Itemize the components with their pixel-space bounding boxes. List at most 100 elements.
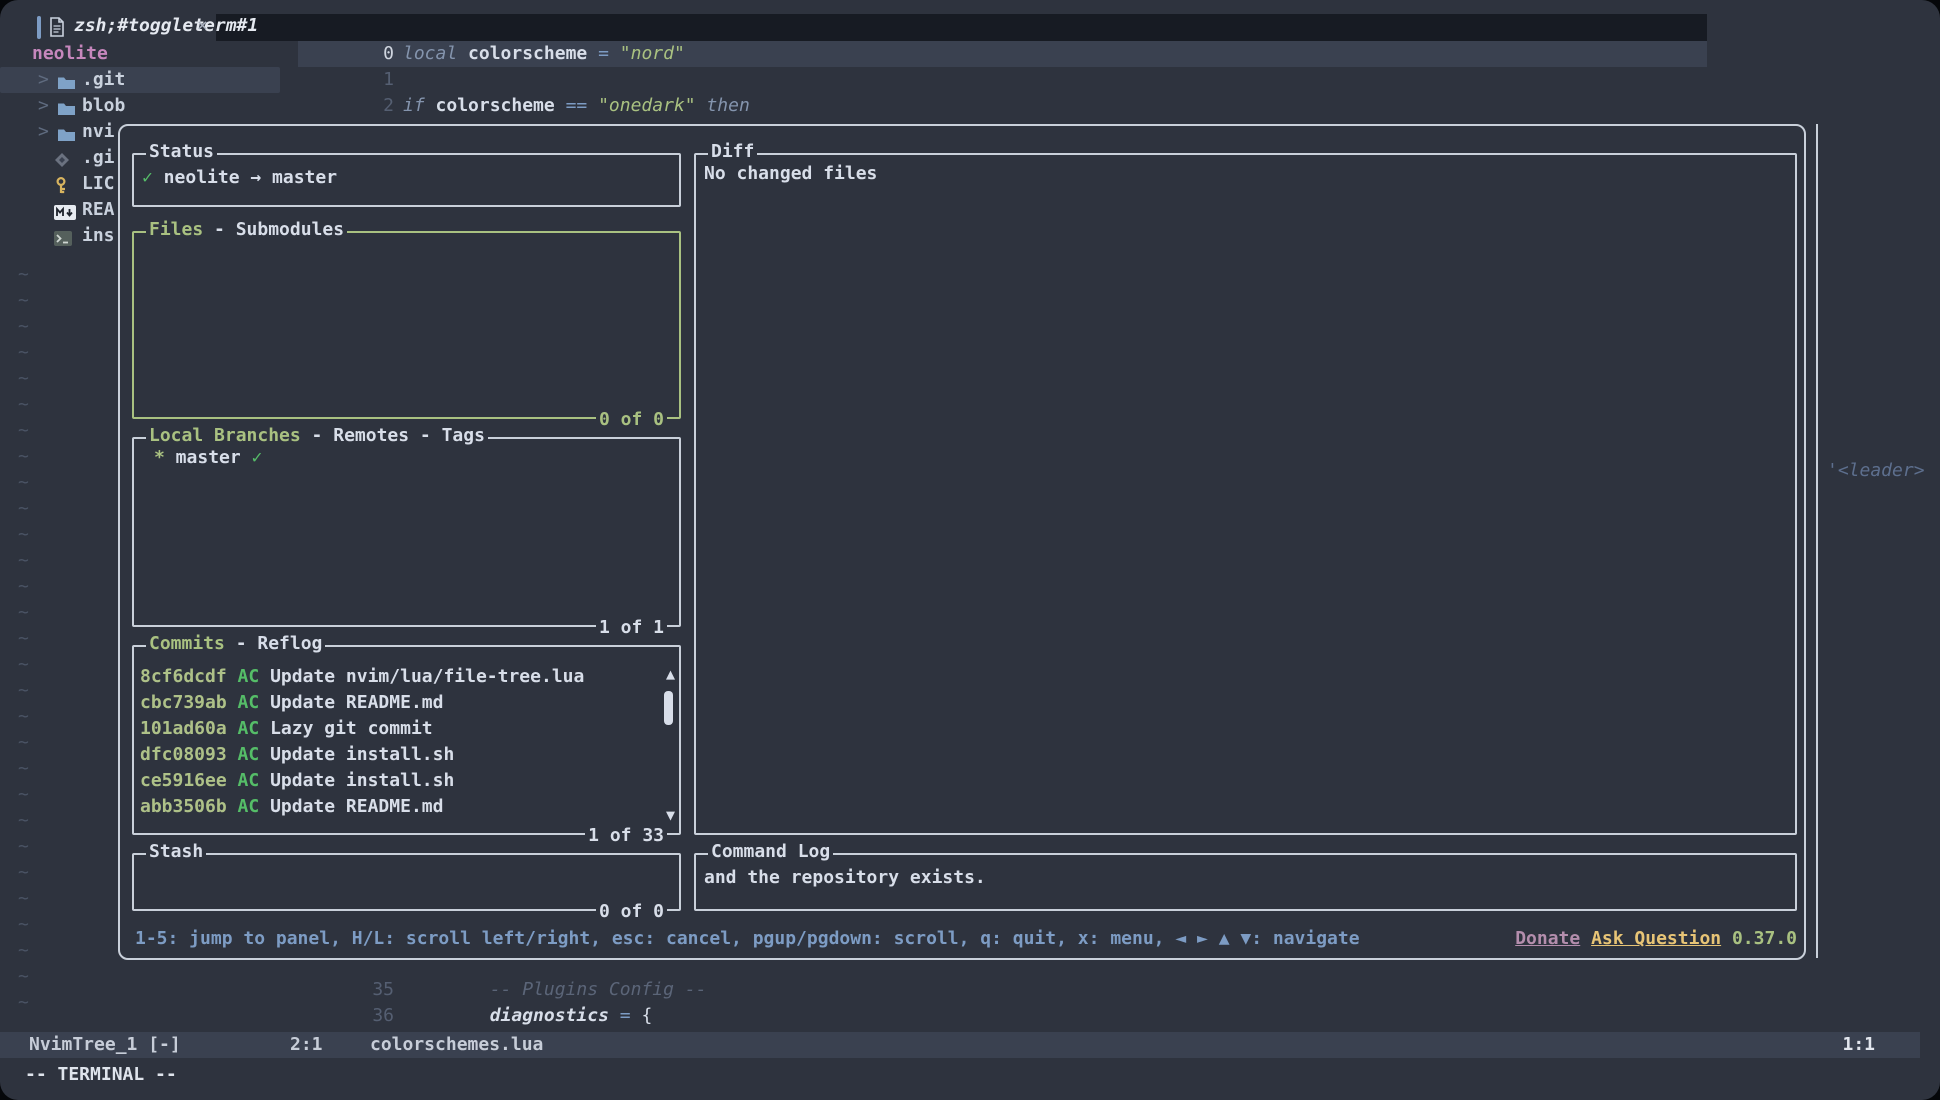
terminal-icon [54, 228, 72, 254]
lazygit-panel-diff[interactable]: Diff No changed files [694, 153, 1797, 835]
branches-count: 1 of 1 [596, 617, 667, 638]
commits-count: 1 of 33 [585, 825, 667, 846]
tilde: ~ [18, 496, 38, 522]
commit-row[interactable]: 101ad60a AC Lazy git commit [140, 716, 659, 742]
tilde: ~ [18, 808, 38, 834]
tilde: ~ [18, 730, 38, 756]
scroll-up-icon[interactable]: ▲ [666, 667, 675, 682]
tilde: ~ [18, 938, 38, 964]
filetree-root-name[interactable]: neolite [32, 41, 108, 67]
tilde: ~ [18, 314, 38, 340]
chevron-right-icon: > [38, 67, 49, 93]
commit-row[interactable]: abb3506b AC Update README.md [140, 794, 659, 820]
tilde: ~ [18, 990, 38, 1016]
tilde: ~ [18, 522, 38, 548]
statusline-cursor-pos: 2:1 [290, 1032, 323, 1058]
keybind-hints: 1-5: jump to panel, H/L: scroll left/rig… [135, 926, 1360, 952]
panel-title-branches: Local Branches - Remotes - Tags [146, 425, 488, 446]
commit-row[interactable]: ce5916ee AC Update install.sh [140, 768, 659, 794]
panel-title-stash: Stash [146, 841, 206, 862]
diff-message: No changed files [704, 163, 877, 184]
filetree-item-label: REA [82, 197, 115, 223]
statusline-filename: colorschemes.lua [370, 1032, 543, 1058]
window-separator [1816, 124, 1818, 958]
line-number: 35 [320, 977, 394, 1003]
chevron-right-icon: > [38, 93, 49, 119]
panel-title-commits: Commits - Reflog [146, 633, 325, 654]
filetree-item-label: nvi [82, 119, 115, 145]
status-branch-line: ✓ neolite → master [142, 167, 337, 188]
filetree-item-label: ins [82, 223, 115, 249]
mode-indicator: -- TERMINAL -- [25, 1062, 177, 1088]
lazygit-panel-command-log[interactable]: Command Log and the repository exists. [694, 853, 1797, 911]
donate-link[interactable]: Donate [1515, 928, 1580, 949]
tilde: ~ [18, 366, 38, 392]
statusline: NvimTree_1 [-] 2:1 colorschemes.lua 1:1 [0, 1032, 1920, 1058]
tilde: ~ [18, 600, 38, 626]
check-icon: ✓ [252, 447, 263, 468]
tab-close-icon[interactable]: × [197, 15, 208, 36]
tilde: ~ [18, 288, 38, 314]
version-label: 0.37.0 [1732, 928, 1797, 949]
tab-accent-bar [37, 16, 41, 39]
tilde: ~ [18, 470, 38, 496]
tilde: ~ [18, 626, 38, 652]
tabline-fill [216, 14, 1707, 41]
filetree-item-label: .gi [82, 145, 115, 171]
tilde: ~ [18, 964, 38, 990]
tilde: ~ [18, 444, 38, 470]
scrollbar-thumb[interactable] [664, 691, 673, 725]
nvim-terminal-window: zsh;#toggleterm#1 × 0local colorscheme =… [0, 0, 1940, 1100]
line-number: 1 [320, 67, 394, 93]
chevron-right-icon: > [38, 119, 49, 145]
tilde: ~ [18, 574, 38, 600]
branch-row[interactable]: * master ✓ [154, 447, 262, 468]
branch-star-icon: * [154, 447, 165, 468]
filetree-item-label: .git [82, 67, 125, 93]
tilde: ~ [18, 860, 38, 886]
lazygit-panel-status[interactable]: Status ✓ neolite → master [132, 153, 681, 207]
scroll-down-icon[interactable]: ▼ [666, 808, 675, 823]
tabline: zsh;#toggleterm#1 × [0, 14, 1940, 41]
tilde: ~ [18, 392, 38, 418]
tilde: ~ [18, 418, 38, 444]
panel-title-diff: Diff [708, 141, 757, 162]
tilde: ~ [18, 262, 38, 288]
statusline-ruler: 1:1 [1842, 1032, 1875, 1058]
tilde: ~ [18, 652, 38, 678]
files-count: 0 of 0 [596, 409, 667, 430]
commit-row[interactable]: dfc08093 AC Update install.sh [140, 742, 659, 768]
statusline-buffer-name: NvimTree_1 [-] [29, 1032, 181, 1058]
background-code-fragment: '<leader> [1827, 458, 1925, 484]
filetree-item-label: blob [82, 93, 125, 119]
tilde: ~ [18, 678, 38, 704]
tilde: ~ [18, 886, 38, 912]
filetree-item-git[interactable]: > .git [0, 67, 280, 93]
tilde: ~ [18, 548, 38, 574]
panel-title-files: Files - Submodules [146, 219, 347, 240]
command-log-message: and the repository exists. [704, 867, 986, 888]
commit-row[interactable]: 8cf6dcdf AC Update nvim/lua/file-tree.lu… [140, 664, 659, 690]
line-number: 36 [320, 1003, 394, 1029]
tilde: ~ [18, 782, 38, 808]
line-number: 2 [320, 93, 394, 119]
lazygit-panel-commits[interactable]: Commits - Reflog 8cf6dcdf AC Update nvim… [132, 645, 681, 835]
lazygit-panel-files[interactable]: Files - Submodules 0 of 0 [132, 231, 681, 419]
tilde: ~ [18, 704, 38, 730]
filetree-item-blob[interactable]: > blob [0, 93, 280, 119]
check-icon: ✓ [142, 167, 153, 188]
lazygit-panel-stash[interactable]: Stash 0 of 0 [132, 853, 681, 911]
commit-row[interactable]: cbc739ab AC Update README.md [140, 690, 659, 716]
stash-count: 0 of 0 [596, 901, 667, 922]
lazygit-bottom-bar: 1-5: jump to panel, H/L: scroll left/rig… [135, 926, 1797, 952]
lazygit-panel-branches[interactable]: Local Branches - Remotes - Tags * master… [132, 437, 681, 627]
tilde: ~ [18, 756, 38, 782]
file-icon [49, 17, 65, 42]
panel-title-command-log: Command Log [708, 841, 833, 862]
tilde: ~ [18, 834, 38, 860]
tilde: ~ [18, 340, 38, 366]
tab-title: zsh;#toggleterm#1 [74, 15, 258, 36]
ask-question-link[interactable]: Ask Question [1591, 928, 1721, 949]
line-number: 0 [320, 41, 394, 67]
panel-title-status: Status [146, 141, 217, 162]
